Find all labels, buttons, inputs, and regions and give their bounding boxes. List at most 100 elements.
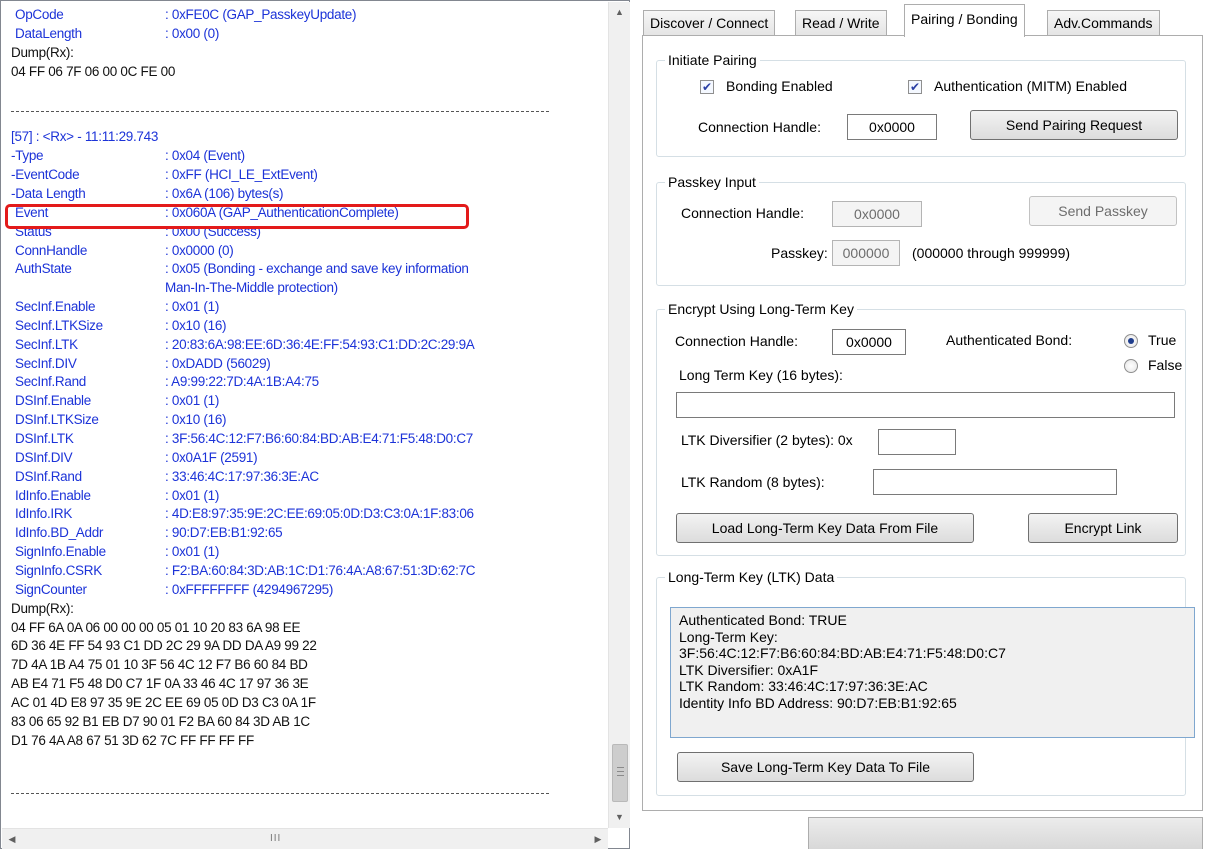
initiate-conn-handle-label: Connection Handle: xyxy=(698,119,821,135)
log-field-key: SecInf.LTKSize xyxy=(15,317,103,333)
scroll-down-icon[interactable]: ▼ xyxy=(609,807,630,828)
log-field-line: -EventCode: 0xFF (HCI_LE_ExtEvent) xyxy=(11,166,606,184)
log-field-line: SecInf.DIV: 0xDADD (56029) xyxy=(11,355,606,373)
log-text-area[interactable]: OpCode: 0xFE0C (GAP_PasskeyUpdate) DataLe… xyxy=(11,6,606,826)
log-field-line: Man-In-The-Middle protection) xyxy=(11,279,606,297)
log-dump-line: AB E4 71 F5 48 D0 C7 1F 0A 33 46 4C 17 9… xyxy=(11,675,606,693)
scroll-right-icon[interactable]: ▶ xyxy=(588,829,608,849)
ltk-data-line: LTK Diversifier: 0xA1F xyxy=(679,661,818,678)
log-field-line: IdInfo.IRK: 4D:E8:97:35:9E:2C:EE:69:05:0… xyxy=(11,505,606,523)
auth-bond-false-radio[interactable] xyxy=(1124,359,1138,373)
send-passkey-button[interactable]: Send Passkey xyxy=(1029,196,1177,226)
scroll-thumb[interactable] xyxy=(612,744,628,802)
log-field-key: IdInfo.BD_Addr xyxy=(15,525,104,541)
log-dump-text: 7D 4A 1B A4 75 01 10 3F 56 4C 12 F7 B6 6… xyxy=(11,657,308,673)
log-field-key: -EventCode xyxy=(11,167,80,183)
tab-pairing-bonding[interactable]: Pairing / Bonding xyxy=(904,4,1025,37)
log-field-line: DSInf.Rand: 33:46:4C:17:97:36:3E:AC xyxy=(11,468,606,486)
log-field-value: : 0x01 (1) xyxy=(165,393,220,409)
log-field-key: SignInfo.Enable xyxy=(15,544,106,560)
ltk-data-line: Authenticated Bond: TRUE xyxy=(679,612,847,628)
passkey-conn-handle-label: Connection Handle: xyxy=(681,205,804,221)
log-field-value: : 90:D7:EB:B1:92:65 xyxy=(165,525,283,541)
passkey-input[interactable]: 000000 xyxy=(832,240,900,266)
send-pairing-request-button[interactable]: Send Pairing Request xyxy=(970,110,1178,140)
encrypt-link-button[interactable]: Encrypt Link xyxy=(1028,513,1178,543)
authenticated-bond-label: Authenticated Bond: xyxy=(946,332,1073,348)
log-dump-text: D1 76 4A A8 67 51 3D 62 7C FF FF FF FF xyxy=(11,732,254,748)
log-field-line: DSInf.DIV: 0x0A1F (2591) xyxy=(11,449,606,467)
bonding-enabled-checkbox[interactable]: ✔ xyxy=(700,80,714,94)
passkey-input-legend: Passkey Input xyxy=(668,174,756,190)
ltk-data-line: Identity Info BD Address: 90:D7:EB:B1:92… xyxy=(679,694,957,711)
bottom-status-bar xyxy=(808,817,1203,849)
bonding-enabled-label[interactable]: Bonding Enabled xyxy=(726,78,833,94)
long-term-key-label: Long Term Key (16 bytes): xyxy=(679,367,843,383)
ltk-diversifier-input[interactable] xyxy=(878,429,956,455)
log-field-key: IdInfo.Enable xyxy=(15,487,91,503)
log-field-key: DSInf.LTKSize xyxy=(15,412,99,428)
log-field-line: SignInfo.Enable: 0x01 (1) xyxy=(11,543,606,561)
auth-bond-false-label[interactable]: False xyxy=(1148,357,1182,373)
authentication-mitm-checkbox[interactable]: ✔ xyxy=(908,80,922,94)
log-vertical-scrollbar[interactable]: ▲ ▼ xyxy=(608,2,630,828)
scroll-up-icon[interactable]: ▲ xyxy=(609,2,630,23)
log-field-value: : A9:99:22:7D:4A:1B:A4:75 xyxy=(165,374,319,390)
log-field-value: : 0x05 (Bonding - exchange and save key … xyxy=(165,261,469,277)
log-dump-line: 04 FF 6A 0A 06 00 00 00 05 01 10 20 83 6… xyxy=(11,619,606,637)
log-dump-line: 83 06 65 92 B1 EB D7 90 01 F2 BA 60 84 3… xyxy=(11,713,606,731)
encrypt-conn-handle-input[interactable]: 0x0000 xyxy=(832,329,906,355)
log-field-line: -Data Length : 0x6A (106) bytes(s) xyxy=(11,185,606,203)
log-field-key: -Data Length xyxy=(11,185,86,201)
log-field-value: : 4D:E8:97:35:9E:2C:EE:69:05:0D:D3:C3:0A… xyxy=(165,506,474,522)
checkmark-icon: ✔ xyxy=(701,80,713,94)
passkey-conn-handle-input[interactable]: 0x0000 xyxy=(832,201,922,227)
log-panel[interactable]: OpCode: 0xFE0C (GAP_PasskeyUpdate) DataLe… xyxy=(0,0,630,849)
tab-adv-commands[interactable]: Adv.Commands xyxy=(1047,10,1160,36)
log-dump-text: Dump(Rx): xyxy=(11,44,74,60)
ltk-data-line: Long-Term Key: xyxy=(679,628,778,645)
log-field-key: SignCounter xyxy=(15,581,87,597)
log-field-key: ConnHandle xyxy=(15,242,88,258)
log-field-line: SecInf.LTK: 20:83:6A:98:EE:6D:36:4E:FF:5… xyxy=(11,336,606,354)
log-field-value: Man-In-The-Middle protection) xyxy=(165,280,338,296)
log-field-key: DSInf.LTK xyxy=(15,431,74,446)
passkey-label: Passkey: xyxy=(771,245,828,261)
log-field-line: DSInf.Enable: 0x01 (1) xyxy=(11,392,606,410)
log-field-key: SecInf.DIV xyxy=(15,355,77,371)
log-field-key: OpCode xyxy=(15,7,64,22)
log-dump-text: 6D 36 4E FF 54 93 C1 DD 2C 29 9A DD DA A… xyxy=(11,638,317,654)
log-field-value: : 0x04 (Event) xyxy=(165,148,245,164)
initiate-conn-handle-input[interactable]: 0x0000 xyxy=(847,114,937,140)
log-dump-line: Dump(Rx): xyxy=(11,44,606,62)
event-highlight-box xyxy=(5,204,469,229)
passkey-input-group: Passkey Input xyxy=(656,174,1186,286)
hscroll-grip[interactable]: III xyxy=(270,833,281,844)
ltk-data-textbox[interactable]: Authenticated Bond: TRUE Long-Term Key: … xyxy=(670,607,1195,738)
authentication-mitm-label[interactable]: Authentication (MITM) Enabled xyxy=(934,78,1127,94)
tab-read-write[interactable]: Read / Write xyxy=(795,10,887,36)
log-horizontal-scrollbar[interactable]: ◀ III ▶ xyxy=(2,828,608,849)
scroll-left-icon[interactable]: ◀ xyxy=(2,829,22,849)
log-field-value: : 33:46:4C:17:97:36:3E:AC xyxy=(165,468,319,484)
log-field-value: : F2:BA:60:84:3D:AB:1C:D1:76:4A:A8:67:51… xyxy=(165,562,476,578)
log-field-value: : 0xFE0C (GAP_PasskeyUpdate) xyxy=(165,7,357,22)
long-term-key-input[interactable] xyxy=(676,392,1175,418)
checkmark-icon: ✔ xyxy=(909,80,921,94)
auth-bond-true-radio[interactable] xyxy=(1124,334,1138,348)
ltk-random-input[interactable] xyxy=(873,469,1117,495)
log-field-key: SecInf.Rand xyxy=(15,374,86,390)
log-dump-line: Dump(Rx): xyxy=(11,600,606,618)
log-field-line: IdInfo.Enable: 0x01 (1) xyxy=(11,487,606,505)
load-ltk-data-button[interactable]: Load Long-Term Key Data From File xyxy=(676,513,974,543)
log-field-value: : 0x6A (106) bytes(s) xyxy=(165,185,284,201)
log-field-line: SecInf.Rand : A9:99:22:7D:4A:1B:A4:75 xyxy=(11,373,606,391)
save-ltk-data-button[interactable]: Save Long-Term Key Data To File xyxy=(677,752,974,782)
log-dump-line: 04 FF 06 7F 06 00 0C FE 00 xyxy=(11,63,606,81)
log-separator xyxy=(11,111,549,113)
log-dump-line: D1 76 4A A8 67 51 3D 62 7C FF FF FF FF xyxy=(11,732,606,750)
log-dump-line: 7D 4A 1B A4 75 01 10 3F 56 4C 12 F7 B6 6… xyxy=(11,656,606,674)
tab-discover-connect[interactable]: Discover / Connect xyxy=(643,10,776,36)
auth-bond-true-label[interactable]: True xyxy=(1148,332,1176,348)
log-field-line: -Type: 0x04 (Event) xyxy=(11,147,606,165)
